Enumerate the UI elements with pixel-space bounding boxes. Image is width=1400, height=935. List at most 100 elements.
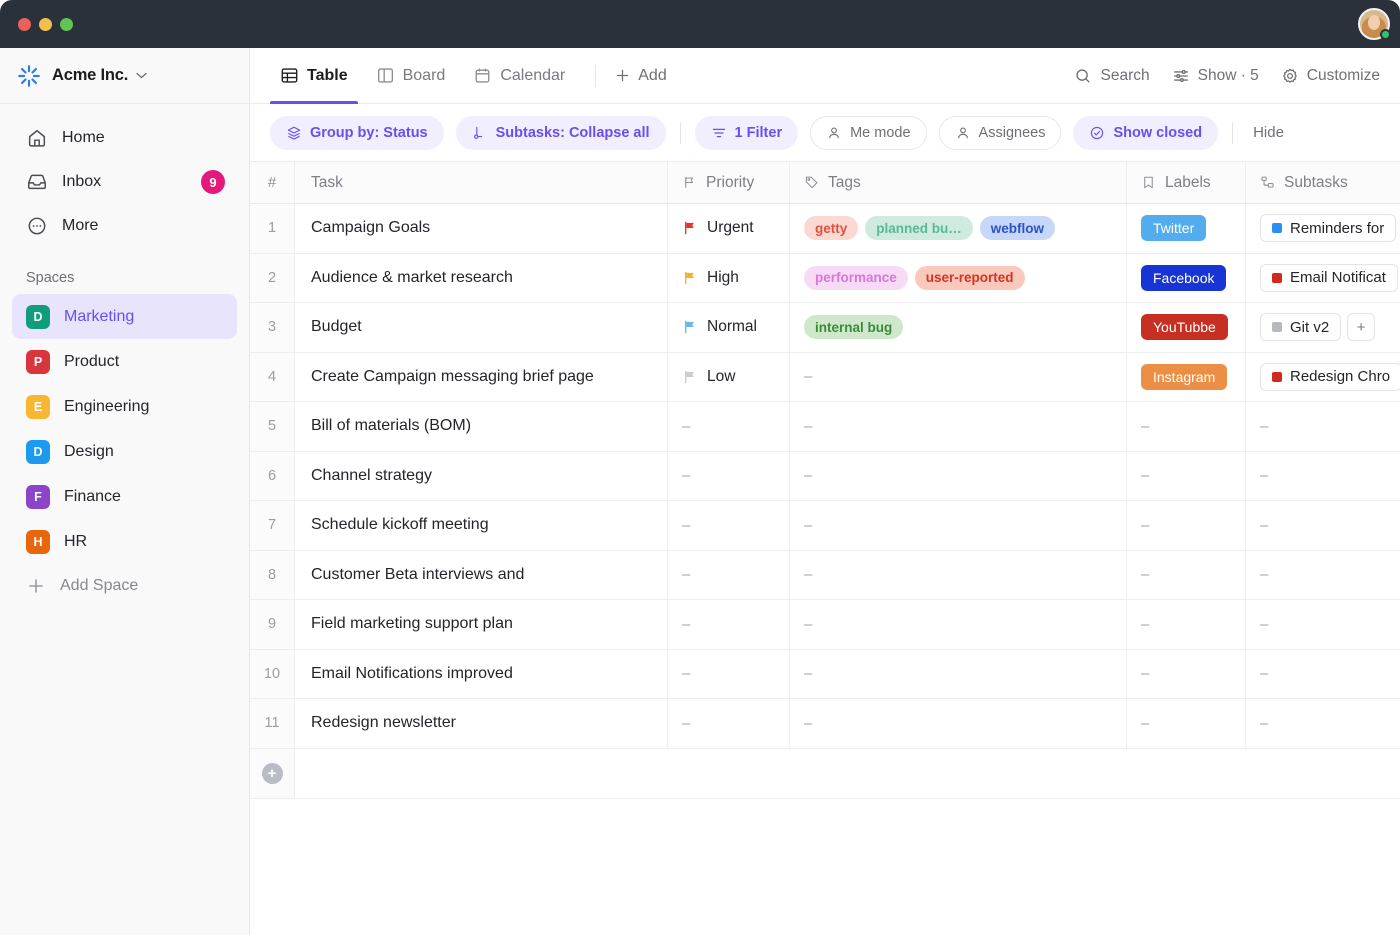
tab-board[interactable]: Board — [366, 48, 456, 104]
workspace-switcher[interactable]: Acme Inc. — [0, 48, 249, 104]
task-name[interactable]: Channel strategy — [295, 452, 668, 501]
tag-chip[interactable]: internal bug — [804, 315, 903, 339]
priority-cell[interactable]: – — [668, 452, 790, 501]
label-chip[interactable]: Facebook — [1141, 265, 1226, 291]
priority-cell[interactable]: – — [668, 650, 790, 699]
sidebar-item-inbox[interactable]: Inbox 9 — [12, 160, 237, 204]
tab-calendar[interactable]: Calendar — [463, 48, 575, 104]
subtasks-button[interactable]: Subtasks: Collapse all — [456, 116, 666, 150]
subtasks-cell[interactable]: – — [1246, 551, 1400, 600]
labels-cell[interactable]: Facebook — [1127, 254, 1246, 303]
zoom-button[interactable] — [60, 18, 73, 31]
priority-cell[interactable]: Normal — [668, 303, 790, 352]
priority-cell[interactable]: High — [668, 254, 790, 303]
labels-cell[interactable]: – — [1127, 452, 1246, 501]
minimize-button[interactable] — [39, 18, 52, 31]
table-row[interactable]: 5 Bill of materials (BOM) – – – – — [250, 402, 1400, 452]
task-name[interactable]: Audience & market research — [295, 254, 668, 303]
labels-cell[interactable]: – — [1127, 600, 1246, 649]
tag-chip[interactable]: getty — [804, 216, 858, 240]
priority-cell[interactable]: – — [668, 699, 790, 748]
labels-cell[interactable]: – — [1127, 402, 1246, 451]
tag-chip[interactable]: user-reported — [915, 266, 1025, 290]
tag-chip[interactable]: planned bu… — [865, 216, 973, 240]
add-view-button[interactable]: Add — [608, 67, 672, 85]
subtasks-cell[interactable]: – — [1246, 600, 1400, 649]
subtask-chip[interactable]: Git v2 — [1260, 313, 1341, 341]
task-name[interactable]: Field marketing support plan — [295, 600, 668, 649]
sidebar-item-design[interactable]: D Design — [12, 429, 237, 474]
tags-cell[interactable]: – — [790, 551, 1127, 600]
tags-cell[interactable]: getty planned bu… webflow — [790, 204, 1127, 253]
task-name[interactable]: Customer Beta interviews and — [295, 551, 668, 600]
table-row[interactable]: 4 Create Campaign messaging brief page L… — [250, 353, 1400, 403]
subtasks-cell[interactable]: Email Notificat — [1246, 254, 1400, 303]
priority-cell[interactable]: – — [668, 501, 790, 550]
priority-cell[interactable]: Low — [668, 353, 790, 402]
table-row[interactable]: 9 Field marketing support plan – – – – — [250, 600, 1400, 650]
column-header-labels[interactable]: Labels — [1127, 162, 1246, 203]
task-name[interactable]: Bill of materials (BOM) — [295, 402, 668, 451]
user-avatar[interactable] — [1358, 8, 1390, 40]
label-chip[interactable]: Instagram — [1141, 364, 1227, 390]
tag-chip[interactable]: webflow — [980, 216, 1055, 240]
tags-cell[interactable]: – — [790, 650, 1127, 699]
add-space-button[interactable]: Add Space — [12, 564, 237, 608]
plus-circle-icon[interactable]: + — [262, 763, 283, 784]
priority-cell[interactable]: Urgent — [668, 204, 790, 253]
task-name[interactable]: Schedule kickoff meeting — [295, 501, 668, 550]
sidebar-item-more[interactable]: More — [12, 204, 237, 248]
priority-cell[interactable]: – — [668, 600, 790, 649]
labels-cell[interactable]: – — [1127, 650, 1246, 699]
table-row[interactable]: 2 Audience & market research High perfor… — [250, 254, 1400, 304]
sidebar-item-marketing[interactable]: D Marketing — [12, 294, 237, 339]
labels-cell[interactable]: – — [1127, 699, 1246, 748]
sidebar-item-home[interactable]: Home — [12, 116, 237, 160]
labels-cell[interactable]: YouTubbe — [1127, 303, 1246, 352]
tags-cell[interactable]: – — [790, 402, 1127, 451]
labels-cell[interactable]: Twitter — [1127, 204, 1246, 253]
table-row[interactable]: 10 Email Notifications improved – – – – — [250, 650, 1400, 700]
table-row[interactable]: 1 Campaign Goals Urgent getty planned bu… — [250, 204, 1400, 254]
labels-cell[interactable]: – — [1127, 551, 1246, 600]
sidebar-item-hr[interactable]: H HR — [12, 519, 237, 564]
sidebar-item-engineering[interactable]: E Engineering — [12, 384, 237, 429]
subtask-chip[interactable]: Email Notificat — [1260, 264, 1398, 292]
task-name[interactable]: Redesign newsletter — [295, 699, 668, 748]
column-header-priority[interactable]: Priority — [668, 162, 790, 203]
subtasks-cell[interactable]: – — [1246, 452, 1400, 501]
add-subtask-button[interactable]: + — [1347, 313, 1375, 341]
tags-cell[interactable]: – — [790, 600, 1127, 649]
priority-cell[interactable]: – — [668, 402, 790, 451]
table-row[interactable]: 7 Schedule kickoff meeting – – – – — [250, 501, 1400, 551]
subtasks-cell[interactable]: Git v2 + — [1246, 303, 1400, 352]
column-header-num[interactable]: # — [250, 162, 295, 203]
add-task-row[interactable]: + — [250, 749, 1400, 799]
hide-button[interactable]: Hide — [1247, 124, 1290, 141]
label-chip[interactable]: YouTubbe — [1141, 314, 1228, 340]
table-row[interactable]: 6 Channel strategy – – – – — [250, 452, 1400, 502]
sidebar-item-product[interactable]: P Product — [12, 339, 237, 384]
search-button[interactable]: Search — [1074, 67, 1149, 85]
task-name[interactable]: Campaign Goals — [295, 204, 668, 253]
task-name[interactable]: Budget — [295, 303, 668, 352]
me-mode-button[interactable]: Me mode — [810, 116, 926, 150]
group-by-button[interactable]: Group by: Status — [270, 116, 444, 150]
subtasks-cell[interactable]: Reminders for — [1246, 204, 1400, 253]
subtasks-cell[interactable]: – — [1246, 501, 1400, 550]
subtasks-cell[interactable]: – — [1246, 402, 1400, 451]
task-name[interactable]: Create Campaign messaging brief page — [295, 353, 668, 402]
customize-button[interactable]: Customize — [1281, 67, 1380, 85]
add-task-cell[interactable]: + — [250, 749, 295, 798]
task-name[interactable]: Email Notifications improved — [295, 650, 668, 699]
tags-cell[interactable]: internal bug — [790, 303, 1127, 352]
tags-cell[interactable]: – — [790, 353, 1127, 402]
subtasks-cell[interactable]: Redesign Chro — [1246, 353, 1400, 402]
close-button[interactable] — [18, 18, 31, 31]
priority-cell[interactable]: – — [668, 551, 790, 600]
subtasks-cell[interactable]: – — [1246, 650, 1400, 699]
tags-cell[interactable]: – — [790, 452, 1127, 501]
show-button[interactable]: Show · 5 — [1172, 67, 1259, 85]
labels-cell[interactable]: Instagram — [1127, 353, 1246, 402]
tags-cell[interactable]: – — [790, 699, 1127, 748]
